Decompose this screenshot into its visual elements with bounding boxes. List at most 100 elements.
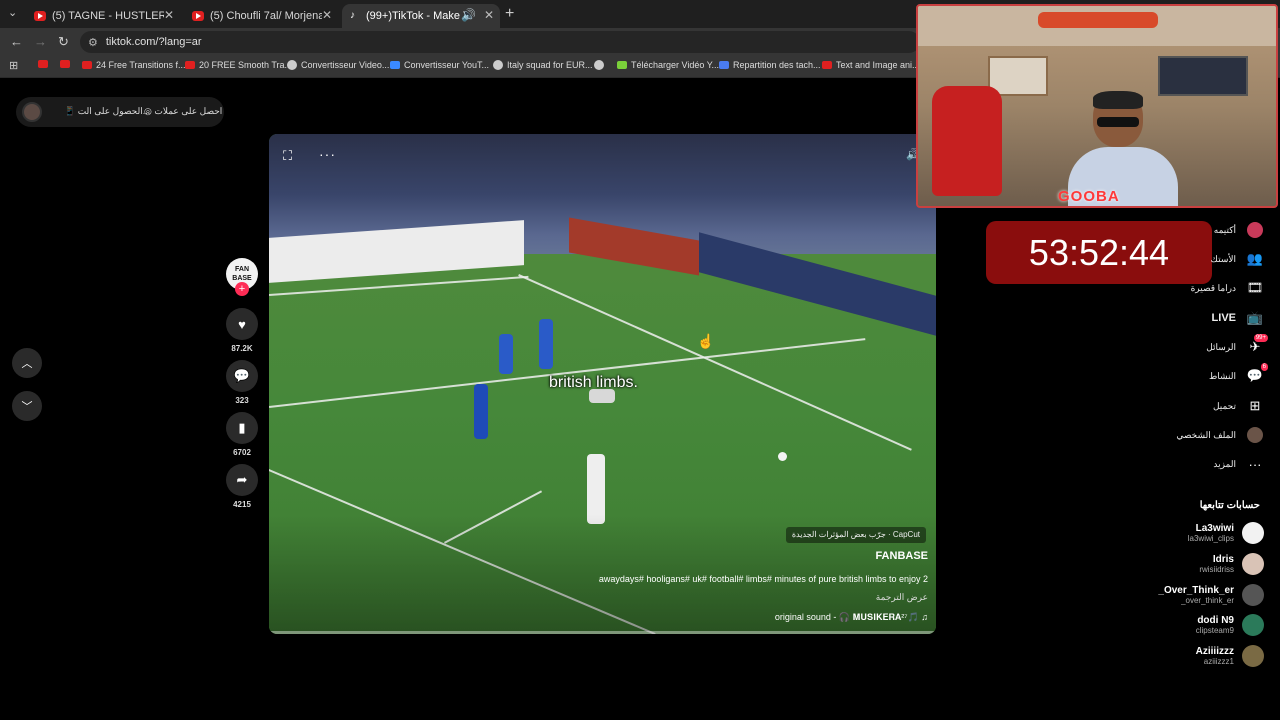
see-translation-link[interactable]: عرض الترجمة <box>876 592 928 603</box>
close-icon[interactable]: ✕ <box>484 8 494 22</box>
tab-youtube-2[interactable]: (5) Choufli 7al/ Morjena - 7obb ✕ <box>184 4 338 28</box>
tab-tiktok[interactable]: ♪ (99+)TikTok - Make Your Da 🔊 ✕ <box>342 4 500 28</box>
bookmark-4[interactable]: Convertisseur Video... <box>287 60 389 70</box>
avatar[interactable] <box>22 102 42 122</box>
sidebar-item-upload[interactable]: تحميل ⊞ <box>1213 395 1264 417</box>
close-icon[interactable]: ✕ <box>164 8 174 22</box>
sidebar-label: الرسائل <box>1206 341 1236 352</box>
address-bar[interactable]: ⚙ tiktok.com/?lang=ar <box>80 31 920 53</box>
following-accounts-title: حسابات تتابعها <box>1199 500 1260 511</box>
bookmark-9[interactable]: Repartition des tach... <box>719 60 821 70</box>
more-icon: ··· <box>1248 456 1262 472</box>
globe-icon <box>493 60 503 70</box>
bookmark-6[interactable]: Italy squad for EUR... <box>493 60 593 70</box>
expand-icon[interactable]: ⛶ <box>283 148 292 164</box>
tiktok-icon: ♪ <box>350 10 355 21</box>
youtube-icon <box>34 11 46 21</box>
capcut-badge[interactable]: CapCut · جرّب بعض المؤثرات الجديدة <box>785 527 926 543</box>
following-account[interactable]: dodi N9 clipsteam9 <box>1196 614 1264 636</box>
apps-grid-icon[interactable]: ⊞ <box>9 59 18 72</box>
sound-link[interactable]: original sound - 🎧 𝐌𝐔𝐒𝐈𝐊𝐄𝐑𝐀²⁷🎵 ♫ <box>775 612 928 623</box>
url-text: tiktok.com/?lang=ar <box>105 36 202 48</box>
account-name: Idris <box>1212 554 1234 565</box>
comment-count: 323 <box>235 396 249 405</box>
share-action[interactable]: ➦ 4215 <box>224 464 260 509</box>
bookmark-8[interactable]: Télécharger Vidéo Y... <box>617 60 719 70</box>
sidebar-item-messages[interactable]: الرسائل ✈ 99+ <box>1206 334 1268 358</box>
account-handle: _over_think_er <box>1181 596 1234 605</box>
sidebar-label: أكتيمه <box>1213 224 1236 235</box>
sidebar-item-following[interactable]: الأستك 👥 <box>1211 248 1264 270</box>
sidebar-label: دراما قصيرة <box>1190 282 1236 293</box>
more-options-icon[interactable]: ··· <box>319 146 336 162</box>
bookmark-2[interactable]: 24 Free Transitions f... <box>82 60 186 70</box>
sidebar-label: النشاط <box>1208 370 1236 381</box>
sidebar-item-live[interactable]: LIVE 📺 <box>1212 307 1264 329</box>
video-player[interactable]: british limbs. ⛶ ··· 🔊 CapCut · جرّب بعض… <box>269 134 936 634</box>
bookmark-0[interactable] <box>38 60 52 68</box>
like-action[interactable]: ♥ 87.2K <box>224 308 260 353</box>
comment-action[interactable]: 💬 323 <box>224 360 260 405</box>
comment-icon[interactable]: 💬 <box>226 360 258 392</box>
activity-icon: 💬 6 <box>1246 363 1268 383</box>
previous-video-button[interactable]: ︿ <box>12 348 42 378</box>
webcam-overlay: GOOBA <box>916 4 1278 208</box>
avatar-icon <box>1246 221 1264 239</box>
forward-button[interactable]: → <box>34 34 47 49</box>
video-description: awaydays# hooligans# uk# football# limbs… <box>598 574 928 584</box>
site-info-icon[interactable]: ⚙ <box>88 36 98 49</box>
sidebar-item-more[interactable]: المزيد ··· <box>1213 453 1264 475</box>
following-account[interactable]: _Over_Think_er _over_think_er <box>1158 584 1264 606</box>
speaker-icon[interactable]: 🔊 <box>461 8 476 22</box>
mouse-cursor-icon: ☝ <box>697 333 715 349</box>
bookmark-icon[interactable]: ▮ <box>226 412 258 444</box>
tab-title: (99+)TikTok - Make Your Da <box>366 10 466 22</box>
sidebar-item-activity[interactable]: النشاط 💬 6 <box>1208 363 1268 387</box>
tab-youtube-1[interactable]: (5) TAGNE - HUSTLER ft. A.L.A ( ✕ <box>26 4 180 28</box>
activity-badge: 6 <box>1260 363 1268 371</box>
account-name: La3wiwi <box>1195 523 1234 534</box>
sidebar-item-drama[interactable]: دراما قصيرة 🎞 <box>1191 277 1264 299</box>
following-account[interactable]: Idris rwisiidriss <box>1199 553 1264 575</box>
sidebar-item-foryou[interactable]: أكتيمه <box>1214 219 1264 241</box>
bookmark-label: 20 FREE Smooth Tra... <box>199 60 293 70</box>
player <box>539 319 553 369</box>
docs-icon <box>719 61 729 69</box>
tab-search-chevron-icon[interactable]: ⌄ <box>8 6 17 19</box>
save-action[interactable]: ▮ 6702 <box>224 412 260 457</box>
reload-button[interactable]: ↻ <box>58 34 69 50</box>
get-coins-link[interactable]: ◎ احصل على عملات <box>144 106 222 117</box>
back-button[interactable]: ← <box>10 34 23 49</box>
player <box>474 384 488 439</box>
bookmark-3[interactable]: 20 FREE Smooth Tra... <box>185 60 292 70</box>
profile-icon <box>1246 426 1264 444</box>
bookmark-7[interactable] <box>594 60 608 70</box>
tab-title: (5) Choufli 7al/ Morjena - 7obb <box>210 10 322 22</box>
bookmark-10[interactable]: Text and Image ani... <box>822 60 920 70</box>
bookmark-label: Repartition des tach... <box>733 60 821 70</box>
bookmark-5[interactable]: Convertisseur YouT... <box>390 60 489 70</box>
next-video-button[interactable]: ﹀ <box>12 391 42 421</box>
converter-icon <box>390 61 400 69</box>
close-icon[interactable]: ✕ <box>322 8 332 22</box>
sidebar-label: المزيد <box>1213 458 1236 469</box>
sidebar-label: الملف الشخصي <box>1176 429 1236 440</box>
top-left-pill: 📱 الحصول على الت... ◎ احصل على عملات <box>16 97 224 127</box>
youtube-icon <box>185 61 195 69</box>
get-app-link[interactable]: 📱 الحصول على الت... <box>64 106 150 117</box>
account-handle: clipsteam9 <box>1195 626 1234 635</box>
share-icon[interactable]: ➦ <box>226 464 258 496</box>
account-handle: rwisiidriss <box>1199 565 1234 574</box>
messages-icon: ✈ 99+ <box>1249 334 1268 354</box>
new-tab-button[interactable]: + <box>505 5 514 23</box>
bookmark-label: 24 Free Transitions f... <box>96 60 186 70</box>
bookmark-1[interactable] <box>60 60 74 68</box>
globe-icon <box>594 60 604 70</box>
sidebar-item-profile[interactable]: الملف الشخصي <box>1176 424 1264 446</box>
video-author[interactable]: FANBASE <box>875 550 928 562</box>
video-progress-bar[interactable] <box>269 631 936 634</box>
following-account[interactable]: La3wiwi la3wiwi_clips <box>1188 522 1264 544</box>
heart-icon[interactable]: ♥ <box>226 308 258 340</box>
following-account[interactable]: Aziiiizzz aziiizzz1 <box>1196 645 1264 667</box>
follow-plus-icon[interactable]: + <box>235 282 249 296</box>
